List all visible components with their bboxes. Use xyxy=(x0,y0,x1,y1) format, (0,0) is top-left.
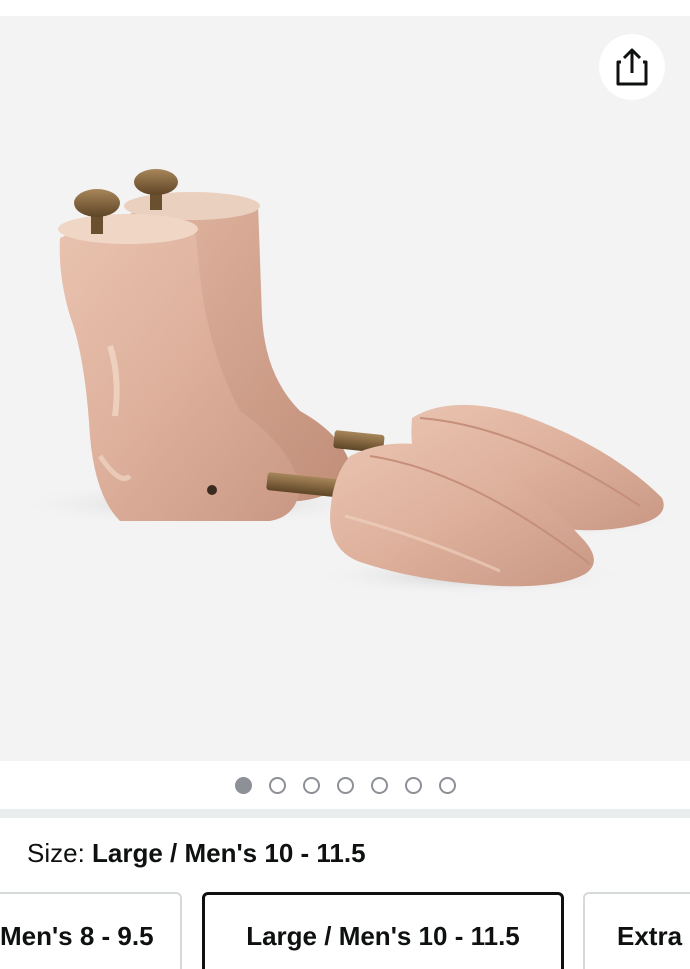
product-image[interactable] xyxy=(0,16,690,761)
size-selected-value: Large / Men's 10 - 11.5 xyxy=(92,838,366,868)
size-option-mens-8-9-5[interactable]: Men's 8 - 9.5 xyxy=(0,892,182,969)
pagination-dot-3[interactable] xyxy=(302,776,320,794)
image-pagination-dots xyxy=(0,761,690,809)
size-label: Size: xyxy=(27,838,93,868)
size-heading: Size: Large / Men's 10 - 11.5 xyxy=(27,838,366,868)
share-icon xyxy=(616,48,648,86)
product-image-gallery[interactable] xyxy=(0,16,690,761)
top-strip xyxy=(0,0,690,16)
pagination-dot-5[interactable] xyxy=(370,776,388,794)
pagination-dot-2[interactable] xyxy=(268,776,286,794)
section-divider xyxy=(0,809,690,818)
pagination-dot-7[interactable] xyxy=(438,776,456,794)
size-option-large-mens-10-11-5[interactable]: Large / Men's 10 - 11.5 xyxy=(202,892,564,969)
pagination-dot-1[interactable] xyxy=(234,776,252,794)
pagination-dot-6[interactable] xyxy=(404,776,422,794)
share-button[interactable] xyxy=(599,34,665,100)
pagination-dot-4[interactable] xyxy=(336,776,354,794)
size-options: Men's 8 - 9.5 Large / Men's 10 - 11.5 Ex… xyxy=(0,892,690,969)
size-selector-section: Size: Large / Men's 10 - 11.5 Men's 8 - … xyxy=(0,818,690,969)
size-option-extra[interactable]: Extra xyxy=(583,892,690,969)
